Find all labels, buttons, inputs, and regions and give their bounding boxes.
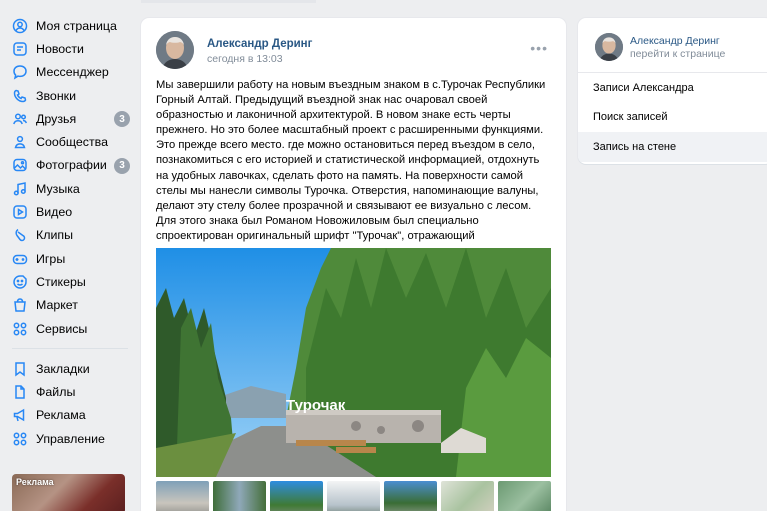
nav-label: Видео [36, 205, 73, 220]
nav-item-ads[interactable]: Реклама [0, 404, 140, 427]
nav-label: Маркет [36, 298, 78, 313]
nav-label: Файлы [36, 385, 76, 400]
video-icon [12, 204, 28, 220]
post-text: Мы завершили работу на новым въездным зн… [156, 79, 546, 257]
nav-item-messenger[interactable]: Мессенджер [0, 61, 140, 84]
sticker-icon [12, 274, 28, 290]
nav-label: Звонки [36, 88, 77, 103]
photo-thumbnail[interactable] [270, 481, 323, 511]
photo-thumbnail[interactable] [156, 481, 209, 511]
profile-filter-card: Александр Деринг перейти к странице Запи… [578, 18, 767, 164]
photo-thumbnail[interactable] [384, 481, 437, 511]
market-bag-icon [12, 297, 28, 313]
nav-item-video[interactable]: Видео [0, 200, 140, 223]
clips-icon [12, 227, 28, 243]
nav-label: Новости [36, 41, 84, 56]
bookmark-icon [12, 361, 28, 377]
photo-sign-text: Турочак [286, 397, 346, 414]
post-author-name[interactable]: Александр Деринг [207, 38, 312, 50]
nav-label: Стикеры [36, 274, 86, 289]
nav-label: Клипы [36, 228, 73, 243]
post-photo-thumbnails [156, 481, 551, 511]
communities-icon [12, 134, 28, 150]
nav-label: Музыка [36, 181, 80, 196]
goto-page-link[interactable]: перейти к странице [630, 48, 725, 60]
nav-divider [12, 348, 128, 350]
user-circle-icon [12, 18, 28, 34]
megaphone-icon [12, 407, 28, 423]
friends-count-badge: 3 [114, 111, 130, 128]
post-date[interactable]: сегодня в 13:03 [207, 53, 283, 65]
chat-bubble-icon [12, 64, 28, 80]
nav-item-friends[interactable]: Друзья 3 [0, 107, 140, 130]
nav-label: Реклама [36, 408, 86, 423]
profile-avatar[interactable] [595, 33, 623, 61]
phone-icon [12, 88, 28, 104]
sidebar-ad-banner[interactable]: Реклама [12, 474, 125, 511]
nav-label: Управление [36, 431, 105, 446]
nav-item-calls[interactable]: Звонки [0, 84, 140, 107]
nav-label: Моя страница [36, 18, 117, 33]
menu-search-posts[interactable]: Поиск записей [578, 103, 767, 133]
manage-grid-icon [12, 431, 28, 447]
file-icon [12, 384, 28, 400]
nav-item-photos[interactable]: Фотографии 3 [0, 154, 140, 177]
nav-item-bookmarks[interactable]: Закладки [0, 357, 140, 380]
nav-item-services[interactable]: Сервисы [0, 317, 140, 340]
nav-label: Фотографии [36, 158, 107, 173]
nav-item-my-page[interactable]: Моя страница [0, 14, 140, 37]
photo-thumbnail[interactable] [213, 481, 266, 511]
nav-item-stickers[interactable]: Стикеры [0, 270, 140, 293]
more-options-icon[interactable]: ••• [530, 40, 548, 56]
gamepad-icon [12, 251, 28, 267]
photo-icon [12, 157, 28, 173]
friends-icon [12, 111, 28, 127]
profile-card-header[interactable]: Александр Деринг перейти к странице [578, 18, 767, 73]
author-avatar[interactable] [156, 31, 194, 69]
nav-item-files[interactable]: Файлы [0, 380, 140, 403]
nav-label: Мессенджер [36, 65, 109, 80]
nav-label: Друзья [36, 111, 77, 126]
menu-wall-post[interactable]: Запись на стене [578, 132, 767, 162]
nav-item-market[interactable]: Маркет [0, 294, 140, 317]
nav-item-games[interactable]: Игры [0, 247, 140, 270]
left-navigation: Моя страница Новости Мессенджер Звонки Д… [0, 14, 140, 450]
nav-item-communities[interactable]: Сообщества [0, 130, 140, 153]
nav-item-manage[interactable]: Управление [0, 427, 140, 450]
photo-thumbnail[interactable] [441, 481, 494, 511]
profile-name[interactable]: Александр Деринг [630, 35, 720, 47]
top-bar-edge [141, 0, 316, 3]
services-grid-icon [12, 321, 28, 337]
music-icon [12, 181, 28, 197]
nav-label: Закладки [36, 361, 90, 376]
nav-label: Игры [36, 251, 66, 266]
news-icon [12, 41, 28, 57]
nav-label: Сообщества [36, 135, 108, 150]
nav-item-news[interactable]: Новости [0, 37, 140, 60]
photo-thumbnail[interactable] [498, 481, 551, 511]
photo-thumbnail[interactable] [327, 481, 380, 511]
nav-item-music[interactable]: Музыка [0, 177, 140, 200]
ad-label: Реклама [16, 477, 54, 487]
nav-item-clips[interactable]: Клипы [0, 224, 140, 247]
nav-label: Сервисы [36, 321, 88, 336]
photos-count-badge: 3 [114, 157, 130, 174]
wall-post: Александр Деринг сегодня в 13:03 ••• Мы … [141, 18, 566, 511]
post-photo-main[interactable]: Турочак [156, 248, 551, 477]
menu-user-posts[interactable]: Записи Александра [578, 73, 767, 103]
